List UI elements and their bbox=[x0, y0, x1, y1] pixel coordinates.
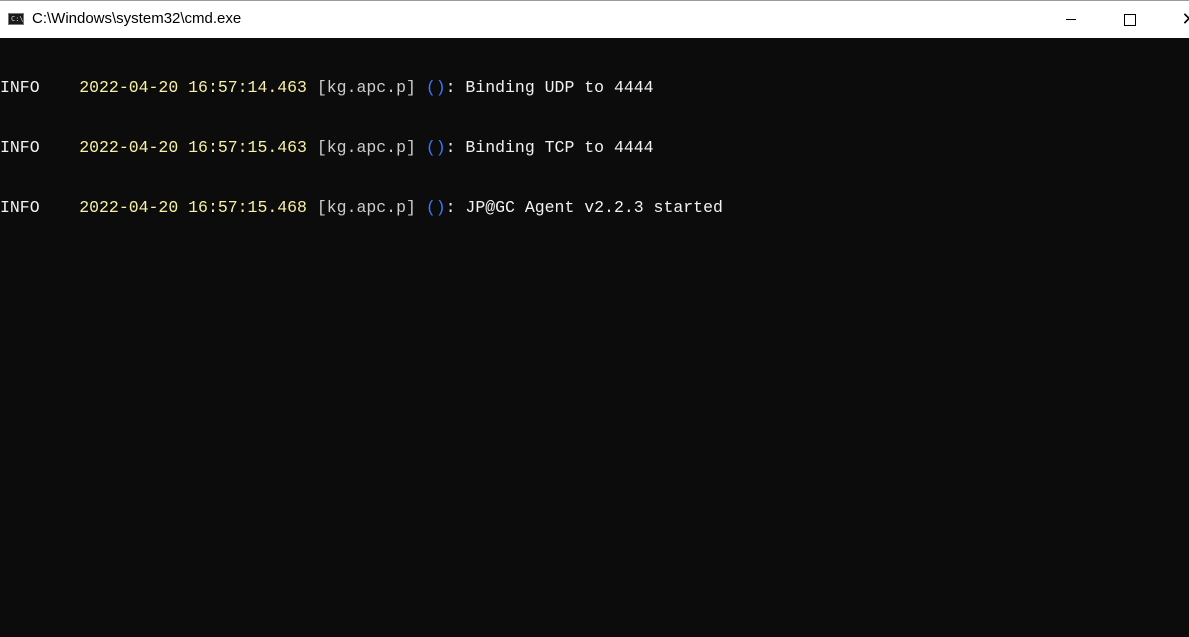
title-bar[interactable]: C:\. C:\Windows\system32\cmd.exe ✕ bbox=[0, 0, 1189, 38]
maximize-button[interactable] bbox=[1107, 1, 1153, 38]
log-message: : JP@GC Agent v2.2.3 started bbox=[445, 198, 723, 217]
log-message: : Binding TCP to 4444 bbox=[445, 138, 654, 157]
log-level: INFO bbox=[0, 198, 40, 217]
maximize-icon bbox=[1124, 13, 1136, 26]
log-logger: [kg.apc.p] bbox=[316, 78, 416, 97]
log-level: INFO bbox=[0, 138, 40, 157]
minimize-button[interactable] bbox=[1048, 1, 1094, 38]
log-level: INFO bbox=[0, 78, 40, 97]
cmd-icon[interactable]: C:\. bbox=[8, 13, 28, 25]
log-logger: [kg.apc.p] bbox=[316, 198, 416, 217]
close-icon: ✕ bbox=[1181, 9, 1189, 30]
close-button[interactable]: ✕ bbox=[1166, 1, 1189, 38]
console-output[interactable]: INFO 2022-04-20 16:57:14.463 [kg.apc.p] … bbox=[0, 38, 1189, 637]
log-line: INFO 2022-04-20 16:57:15.468 [kg.apc.p] … bbox=[0, 198, 1189, 218]
log-logger: [kg.apc.p] bbox=[316, 138, 416, 157]
log-timestamp: 2022-04-20 16:57:15.463 bbox=[79, 138, 307, 157]
window-title: C:\Windows\system32\cmd.exe bbox=[32, 10, 242, 27]
log-message: : Binding UDP to 4444 bbox=[445, 78, 654, 97]
log-line: INFO 2022-04-20 16:57:14.463 [kg.apc.p] … bbox=[0, 78, 1189, 98]
log-timestamp: 2022-04-20 16:57:15.468 bbox=[79, 198, 307, 217]
minimize-icon bbox=[1066, 19, 1076, 20]
log-line: INFO 2022-04-20 16:57:15.463 [kg.apc.p] … bbox=[0, 138, 1189, 158]
log-parens: () bbox=[425, 198, 446, 217]
log-parens: () bbox=[425, 138, 446, 157]
log-parens: () bbox=[425, 78, 446, 97]
log-timestamp: 2022-04-20 16:57:14.463 bbox=[79, 78, 307, 97]
